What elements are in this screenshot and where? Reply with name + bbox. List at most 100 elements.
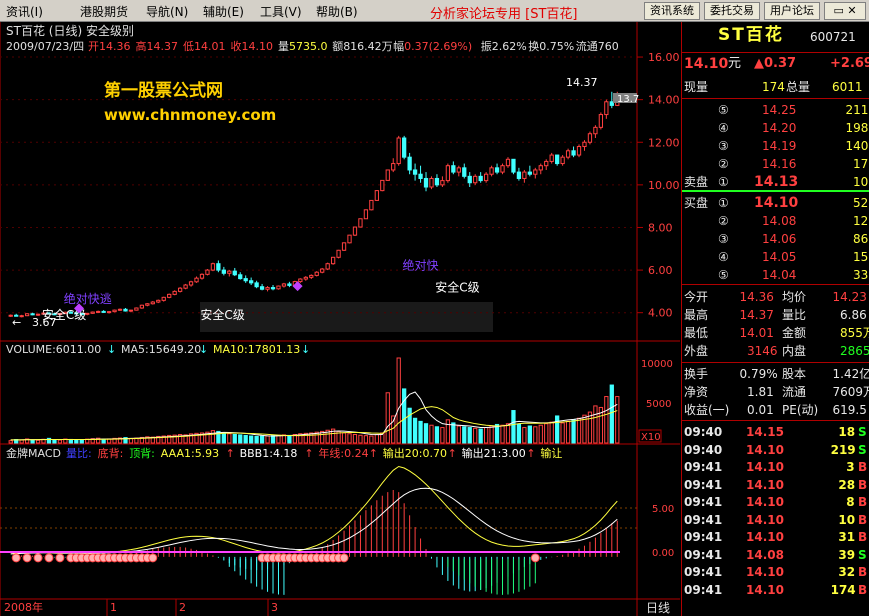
candle-body <box>576 146 582 156</box>
volume-bar <box>527 425 532 444</box>
tick-row: 09:41 14.10 31 B <box>682 528 869 546</box>
candle-body <box>205 269 210 275</box>
candle-body <box>462 167 467 177</box>
tick-volume: 28 <box>838 477 856 492</box>
order-level: ④ <box>718 121 729 135</box>
tick-price: 14.15 <box>746 425 784 439</box>
period-label[interactable]: 日线 <box>646 601 670 615</box>
tick-row: 09:41 14.10 174 B <box>682 581 869 599</box>
chart-canvas[interactable]: ST百花 (日线) 安全级别 2009/07/23/四 开 14.36 高 14.37… <box>0 22 680 616</box>
sell-row: ⑤ 14.25 211 <box>682 101 869 119</box>
chart-area[interactable]: ST百花 (日线) 安全级别 2009/07/23/四 开 14.36 高 14.37… <box>0 22 680 616</box>
candle-body <box>145 303 150 306</box>
order-price: 14.25 <box>762 103 797 117</box>
stat-row: 最高 14.37 量比 6.86 <box>682 306 869 324</box>
trade-button[interactable]: 委托交易 <box>704 2 760 20</box>
candle-body <box>358 218 363 228</box>
sell-row: ② 14.16 17 <box>682 155 869 173</box>
tick-row: 09:40 14.15 18 S <box>682 423 869 441</box>
volume-bar <box>423 423 429 444</box>
signal-label: 安全C级 <box>435 279 479 294</box>
candle-body <box>445 165 451 182</box>
candle-body <box>560 156 565 165</box>
quote-panel: ST百花 600721 14.10 元 ▲0.37 +2.69 现量 174 总… <box>681 22 869 616</box>
candle-body <box>320 268 325 273</box>
tick-side: B <box>858 495 868 509</box>
volume-bar <box>79 439 84 444</box>
order-price: 14.06 <box>762 232 797 246</box>
menu-assist[interactable]: 辅助(E) <box>203 3 244 20</box>
volume-bar <box>440 427 445 444</box>
info-system-button[interactable]: 资讯系统 <box>644 2 700 20</box>
candle-body <box>270 287 276 290</box>
candle-body <box>298 278 303 283</box>
fundamental-row: 净资 1.81 流通 7609万 <box>682 383 869 401</box>
buy-row: ② 14.08 12 <box>682 212 869 230</box>
volume-bar <box>52 439 57 444</box>
candlestick-series <box>8 91 620 318</box>
ma10-arrow-icon: ↓ <box>301 343 310 356</box>
candle-body <box>281 283 287 287</box>
volume-bar <box>429 424 434 444</box>
stat-value: 855万 <box>840 326 869 340</box>
candle-body <box>188 281 194 286</box>
volume-bar <box>396 357 401 444</box>
candle-body <box>527 171 532 175</box>
ohlc-label: 额 <box>332 40 343 53</box>
candle-body <box>309 274 314 278</box>
candle-body <box>598 114 604 128</box>
menu-bar: 资讯(I) 港股期货 导航(N) 辅助(E) 工具(V) 帮助(B) 分析家论坛… <box>0 0 869 22</box>
total-volume: 6011 <box>832 80 863 94</box>
forum-button[interactable]: 用户论坛 <box>764 2 820 20</box>
price-axis-label: 12.00 <box>648 136 680 149</box>
candle-body <box>407 156 412 171</box>
candle-body <box>227 270 232 274</box>
order-price: 14.19 <box>762 139 797 153</box>
menu-navigate[interactable]: 导航(N) <box>146 3 188 20</box>
order-volume: 211 <box>845 103 869 117</box>
price-axis: 16.00 14.00 12.00 10.00 8.00 6.00 4.00 <box>637 51 680 320</box>
tick-price: 14.10 <box>746 582 784 597</box>
volume-bar <box>456 425 461 444</box>
volume-bar <box>418 420 423 444</box>
ohlc-label: 低 <box>183 40 194 53</box>
tick-row: 09:41 14.10 10 B <box>682 511 869 529</box>
volume-bar <box>19 439 24 444</box>
macd-readout-item: 年线:0.24 <box>318 446 368 460</box>
ohlc-label: 幅 <box>393 40 404 53</box>
volume-bar <box>505 423 511 444</box>
volume-bar <box>549 421 554 444</box>
macd-signal-dot <box>11 553 21 563</box>
ohlc-value: 14.37 <box>147 40 179 53</box>
volume-bar <box>402 388 407 444</box>
menu-hk-futures[interactable]: 港股期货 <box>80 3 128 20</box>
candle-body <box>161 296 166 301</box>
divider <box>682 420 869 421</box>
candle-body <box>478 175 483 182</box>
menu-info[interactable]: 资讯(I) <box>6 3 43 20</box>
buy-row: 买盘 ① 14.10 52 <box>682 194 869 212</box>
price-axis-label: 16.00 <box>648 51 680 64</box>
candle-body <box>325 263 330 270</box>
order-level: ⑤ <box>718 268 729 282</box>
candle-body <box>314 271 319 276</box>
buy-row: ⑤ 14.04 33 <box>682 266 869 284</box>
tick-row: 09:41 14.10 28 B <box>682 476 869 494</box>
volume-bar <box>259 435 265 444</box>
buy-label: 买盘 <box>684 196 709 210</box>
candle-body <box>117 308 123 311</box>
order-price: 14.08 <box>762 214 797 228</box>
order-volume: 12 <box>853 214 869 228</box>
menu-help[interactable]: 帮助(B) <box>316 3 358 20</box>
candle-body <box>112 309 117 313</box>
menu-tools[interactable]: 工具(V) <box>260 3 302 20</box>
low-price-label: 3.67 <box>32 316 57 329</box>
candle-body <box>243 278 248 282</box>
order-price: 14.20 <box>762 121 797 135</box>
order-price: 14.16 <box>762 157 797 171</box>
window-controls[interactable]: ▭ ✕ <box>824 2 866 20</box>
candle-body <box>489 167 494 175</box>
ohlc-value: 816.42万 <box>343 40 393 53</box>
macd-readout-item: 输出20:0.70 <box>383 446 447 460</box>
volume-bar <box>604 396 609 444</box>
